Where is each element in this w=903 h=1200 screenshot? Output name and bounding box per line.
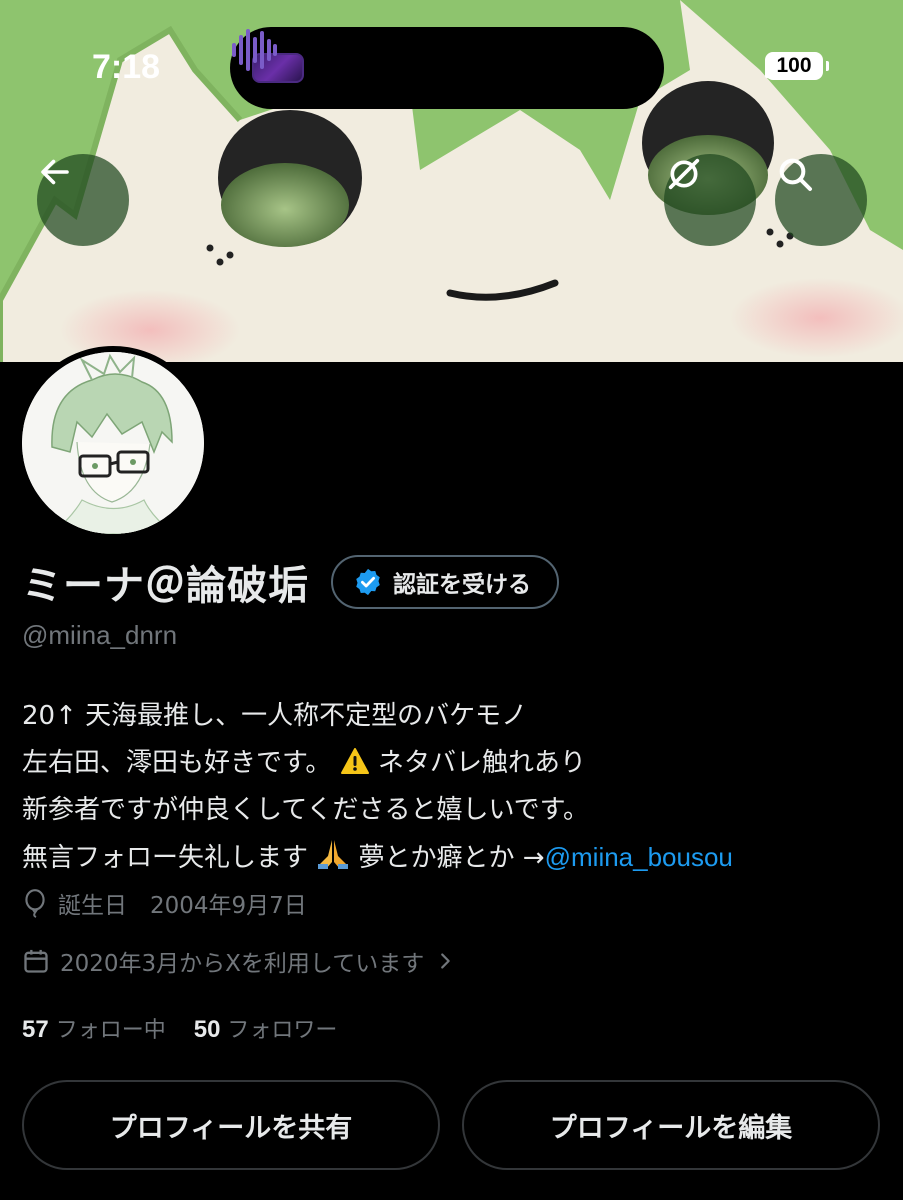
battery-indicator: 100 <box>765 52 829 80</box>
followers-count: 50 <box>193 1016 221 1043</box>
avatar[interactable] <box>16 346 210 540</box>
following-count: 57 <box>22 1016 49 1043</box>
get-verified-button[interactable]: 認証を受ける <box>331 555 559 609</box>
avatar-image <box>22 352 204 534</box>
bio-text: 夢とか癖とか → <box>358 843 545 873</box>
grok-button[interactable] <box>664 154 756 246</box>
status-indicators: 100 <box>765 52 829 80</box>
bio-mention-link[interactable]: @miina_bousou <box>545 842 733 872</box>
dynamic-island[interactable] <box>230 27 664 109</box>
followers-label: フォロワー <box>227 1018 338 1043</box>
bio-line: 左右田、澪田も好きです。 ネタバレ触れあり <box>22 740 733 787</box>
birthday-text: 誕生日 2004年9月7日 <box>58 893 307 919</box>
bio-text: ネタバレ触れあり <box>377 748 586 778</box>
chevron-right-icon <box>441 953 451 969</box>
bio-text: 無言フォロー失礼します <box>22 843 309 873</box>
share-profile-button[interactable]: プロフィールを共有 <box>22 1080 440 1170</box>
arrow-left-icon <box>41 159 69 185</box>
audio-wave-icon <box>232 29 277 71</box>
edit-profile-button[interactable]: プロフィールを編集 <box>462 1080 880 1170</box>
following-label: フォロー中 <box>55 1018 166 1043</box>
bio: 20↑ 天海最推し、一人称不定型のバケモノ 左右田、澪田も好きです。 ネタバレ触… <box>22 693 733 882</box>
search-icon <box>779 158 812 191</box>
followers-link[interactable]: 50 フォロワー <box>194 1012 338 1044</box>
following-link[interactable]: 57 フォロー中 <box>22 1012 166 1044</box>
follow-stats: 57 フォロー中 50 フォロワー <box>22 1012 337 1044</box>
get-verified-label: 認証を受ける <box>393 572 531 598</box>
search-button[interactable] <box>775 154 867 246</box>
bio-line: 無言フォロー失礼します 夢とか癖とか →@miina_bousou <box>22 834 733 882</box>
display-name: ミーナ＠論破垢 <box>22 563 309 609</box>
balloon-icon <box>25 889 45 918</box>
birthday-row: 誕生日 2004年9月7日 <box>22 886 307 920</box>
status-time: 7:18 <box>92 48 161 86</box>
user-handle: @miina_dnrn <box>22 620 178 650</box>
name-row: ミーナ＠論破垢 認証を受ける <box>22 553 559 611</box>
calendar-icon <box>24 949 48 973</box>
joined-row[interactable]: 2020年3月からXを利用しています <box>22 944 456 978</box>
bio-line: 20↑ 天海最推し、一人称不定型のバケモノ <box>22 701 528 731</box>
back-button[interactable] <box>37 154 129 246</box>
grok-icon <box>668 158 700 190</box>
profile-banner[interactable]: 7:18 100 <box>0 0 903 362</box>
bio-line: 新参者ですが仲良くしてくださると嬉しいです。 <box>22 795 590 825</box>
bio-text: 左右田、澪田も好きです。 <box>22 748 332 778</box>
verified-badge-icon <box>356 568 380 596</box>
warning-icon <box>340 748 369 774</box>
joined-text: 2020年3月からXを利用しています <box>60 951 425 977</box>
folded-hands-icon <box>318 840 349 869</box>
